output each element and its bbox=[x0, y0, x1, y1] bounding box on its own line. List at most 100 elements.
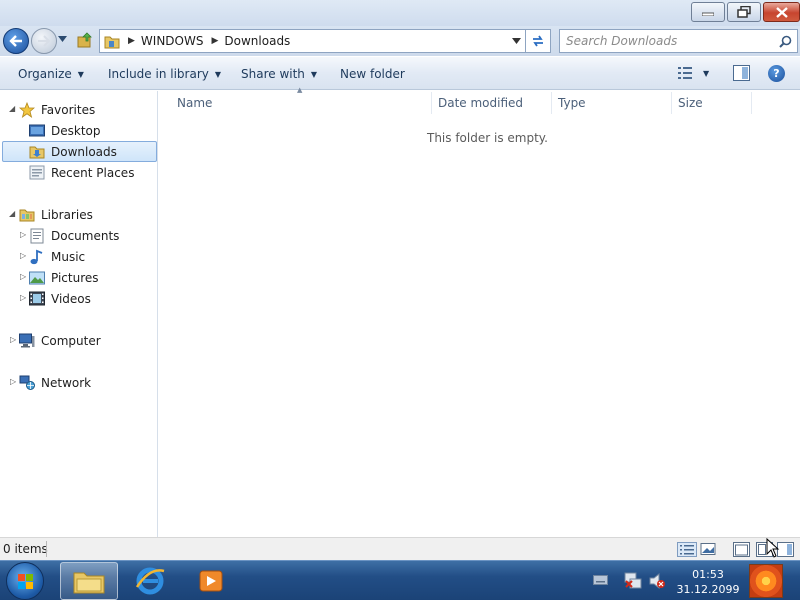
system-clock[interactable]: 01:53 31.12.2099 bbox=[672, 567, 744, 597]
taskbar: 01:53 31.12.2099 bbox=[0, 560, 800, 600]
desktop-icon bbox=[29, 124, 45, 136]
nav-downloads-label: Downloads bbox=[51, 144, 117, 159]
large-icons-view-icon[interactable] bbox=[700, 542, 716, 557]
navigation-pane: ◢ Favorites Desktop Downloads Recent Pla… bbox=[0, 91, 158, 537]
libraries-icon bbox=[19, 209, 35, 222]
organize-button[interactable]: Organize ▼ bbox=[18, 67, 84, 81]
refresh-button[interactable] bbox=[526, 29, 551, 53]
change-view-icon[interactable] bbox=[677, 66, 693, 80]
clock-time: 01:53 bbox=[692, 568, 724, 581]
film-strip-icon bbox=[29, 291, 45, 306]
expanded-arrow-icon[interactable]: ◢ bbox=[9, 209, 15, 218]
restore-icon bbox=[737, 6, 751, 18]
chevron-down-icon: ▼ bbox=[214, 69, 222, 79]
media-player-icon bbox=[199, 570, 223, 592]
collapsed-arrow-icon[interactable]: ▷ bbox=[20, 251, 26, 260]
folder-icon bbox=[73, 572, 105, 594]
share-with-button[interactable]: Share with ▼ bbox=[241, 67, 317, 81]
nav-videos-label: Videos bbox=[51, 291, 91, 306]
collapsed-arrow-icon[interactable]: ▷ bbox=[20, 272, 26, 281]
recent-places-icon bbox=[29, 165, 45, 180]
downloads-folder-icon bbox=[29, 146, 45, 159]
network-icon bbox=[19, 375, 35, 390]
volume-muted-icon[interactable] bbox=[648, 572, 666, 590]
close-icon bbox=[775, 6, 788, 18]
details-view-icon[interactable] bbox=[677, 542, 697, 557]
minimize-icon bbox=[702, 12, 714, 16]
collapsed-arrow-icon[interactable]: ▷ bbox=[10, 335, 16, 344]
navigation-bar: ▶ WINDOWS ▶ Downloads Search Downloads bbox=[0, 26, 800, 56]
pictures-icon bbox=[29, 271, 45, 284]
nav-network[interactable]: Network bbox=[19, 372, 91, 393]
status-divider bbox=[46, 541, 47, 557]
breadcrumb-separator-icon[interactable]: ▶ bbox=[128, 36, 135, 46]
help-button[interactable]: ? bbox=[768, 65, 785, 82]
nav-computer[interactable]: Computer bbox=[19, 330, 101, 351]
breadcrumb-downloads[interactable]: Downloads bbox=[224, 34, 290, 48]
collapsed-arrow-icon[interactable]: ▷ bbox=[20, 293, 26, 302]
taskbar-internet-explorer-button[interactable] bbox=[121, 562, 179, 600]
search-input[interactable]: Search Downloads bbox=[559, 29, 798, 53]
command-bar: Organize ▼ Include in library ▼ Share with… bbox=[0, 57, 800, 90]
show-desktop-button[interactable] bbox=[749, 564, 783, 598]
nav-libraries[interactable]: Libraries bbox=[19, 204, 93, 225]
network-disconnected-icon[interactable] bbox=[624, 572, 642, 590]
search-icon[interactable] bbox=[779, 35, 792, 48]
nav-downloads[interactable]: Downloads bbox=[2, 141, 157, 162]
column-header-size[interactable]: Size bbox=[678, 96, 703, 110]
column-divider[interactable] bbox=[751, 92, 752, 114]
taskbar-explorer-button[interactable] bbox=[60, 562, 118, 600]
column-header-date-modified[interactable]: Date modified bbox=[438, 96, 523, 110]
search-placeholder: Search Downloads bbox=[566, 34, 678, 48]
column-divider[interactable] bbox=[551, 92, 552, 114]
recent-pages-dropdown-icon[interactable] bbox=[58, 36, 67, 42]
refresh-icon bbox=[533, 35, 543, 47]
nav-recent-places-label: Recent Places bbox=[51, 165, 135, 180]
taskbar-media-player-button[interactable] bbox=[182, 562, 240, 600]
column-divider[interactable] bbox=[671, 92, 672, 114]
title-bar bbox=[0, 0, 800, 26]
view-options-dropdown-icon[interactable]: ▼ bbox=[703, 69, 709, 78]
breadcrumb-windows[interactable]: WINDOWS bbox=[141, 34, 204, 48]
nav-desktop-label: Desktop bbox=[51, 123, 101, 138]
restore-button[interactable] bbox=[727, 2, 761, 22]
collapsed-arrow-icon[interactable]: ▷ bbox=[20, 230, 26, 239]
back-button[interactable] bbox=[3, 28, 29, 54]
forward-button[interactable] bbox=[31, 28, 57, 54]
chevron-down-icon: ▼ bbox=[77, 69, 84, 79]
address-dropdown-icon[interactable] bbox=[512, 38, 521, 44]
folder-icon bbox=[104, 36, 120, 48]
column-header-type[interactable]: Type bbox=[558, 96, 586, 110]
nav-desktop[interactable]: Desktop bbox=[29, 120, 101, 141]
preview-pane-icon[interactable] bbox=[733, 65, 750, 81]
breadcrumb-separator-icon[interactable]: ▶ bbox=[211, 36, 218, 46]
start-button[interactable] bbox=[6, 562, 44, 600]
status-bar: 0 items bbox=[0, 537, 800, 560]
column-header-name[interactable]: Name bbox=[177, 96, 212, 110]
window-layout-icon[interactable] bbox=[733, 542, 750, 557]
nav-favorites[interactable]: Favorites bbox=[19, 99, 95, 120]
music-note-icon bbox=[30, 249, 43, 264]
windows-logo-icon bbox=[18, 574, 33, 589]
minimize-button[interactable] bbox=[691, 2, 725, 22]
include-in-library-button[interactable]: Include in library ▼ bbox=[108, 67, 221, 81]
address-bar[interactable]: ▶ WINDOWS ▶ Downloads bbox=[99, 29, 526, 53]
close-button[interactable] bbox=[763, 2, 800, 22]
collapsed-arrow-icon[interactable]: ▷ bbox=[10, 377, 16, 386]
clock-date: 31.12.2099 bbox=[676, 583, 740, 596]
nav-pictures-label: Pictures bbox=[51, 270, 99, 285]
nav-music[interactable]: Music bbox=[29, 246, 85, 267]
nav-videos[interactable]: Videos bbox=[29, 288, 91, 309]
documents-icon bbox=[30, 228, 44, 243]
nav-network-label: Network bbox=[41, 375, 92, 390]
new-folder-button[interactable]: New folder bbox=[340, 67, 405, 81]
forward-arrow-icon bbox=[38, 35, 51, 47]
column-divider[interactable] bbox=[431, 92, 432, 114]
expanded-arrow-icon[interactable]: ◢ bbox=[9, 104, 15, 113]
mouse-cursor-icon bbox=[766, 538, 780, 558]
nav-pictures[interactable]: Pictures bbox=[29, 267, 99, 288]
nav-recent-places[interactable]: Recent Places bbox=[29, 162, 134, 183]
nav-documents[interactable]: Documents bbox=[29, 225, 119, 246]
up-folder-icon[interactable] bbox=[76, 31, 94, 49]
keyboard-icon[interactable] bbox=[593, 575, 608, 585]
